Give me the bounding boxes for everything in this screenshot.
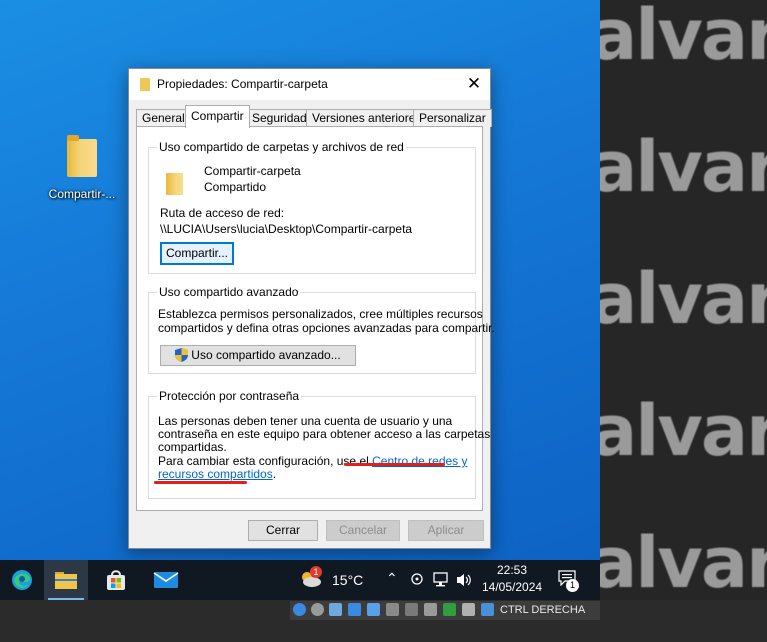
weather-widget[interactable]: 1 15°C bbox=[296, 566, 366, 594]
password-change-line: recursos compartidos. bbox=[158, 467, 276, 481]
tab-compartir[interactable]: Compartir bbox=[185, 105, 250, 128]
network-path-value: \\LUCIA\Users\lucia\Desktop\Compartir-ca… bbox=[160, 222, 413, 236]
apply-button[interactable]: Aplicar bbox=[408, 520, 484, 541]
advanced-sharing-button-label: Uso compartido avanzado... bbox=[191, 348, 341, 362]
temperature: 15°C bbox=[332, 572, 364, 588]
password-description: compartidas. bbox=[158, 440, 227, 454]
store-taskbar-button[interactable] bbox=[94, 560, 138, 600]
notification-count-badge: 1 bbox=[566, 579, 579, 592]
usb-icon[interactable] bbox=[367, 603, 380, 616]
password-description: contraseña en este equipo para obtener a… bbox=[158, 427, 491, 441]
uac-shield-icon bbox=[175, 348, 189, 362]
tab-panel-compartir: Uso compartido de carpetas y archivos de… bbox=[136, 126, 495, 511]
advanced-sharing-button[interactable]: Uso compartido avanzado... bbox=[160, 345, 356, 366]
cancel-button[interactable]: Cancelar bbox=[326, 520, 400, 541]
dialog-titlebar[interactable]: Propiedades: Compartir-carpeta ✕ bbox=[129, 69, 490, 100]
notification-center-button[interactable]: 1 bbox=[556, 568, 580, 592]
advanced-sharing-group: Uso compartido avanzado Establezca permi… bbox=[148, 285, 495, 374]
group-title: Uso compartido de carpetas y archivos de… bbox=[157, 140, 406, 154]
desktop-folder-shortcut[interactable]: Compartir-... bbox=[40, 135, 124, 201]
desktop-icon-label: Compartir-... bbox=[48, 187, 116, 201]
close-icon[interactable]: ✕ bbox=[458, 69, 490, 100]
edge-taskbar-button[interactable] bbox=[0, 560, 44, 600]
background-text: alvare bbox=[600, 0, 767, 76]
mouse-integration-icon[interactable] bbox=[462, 603, 475, 616]
tab-personalizar[interactable]: Personalizar bbox=[413, 109, 492, 127]
store-icon bbox=[107, 570, 125, 590]
close-button[interactable]: Cerrar bbox=[248, 520, 318, 541]
dialog-title: Propiedades: Compartir-carpeta bbox=[157, 77, 328, 91]
background-text: alvare bbox=[600, 522, 767, 600]
folder-icon bbox=[166, 173, 183, 195]
clock-date[interactable]: 14/05/2024 bbox=[482, 580, 542, 594]
file-explorer-taskbar-button[interactable] bbox=[44, 560, 88, 600]
background-text-panel: alvare alvare alvare alvare alvare bbox=[600, 0, 767, 600]
display-icon[interactable] bbox=[405, 603, 418, 616]
virtualization-icon[interactable] bbox=[443, 603, 456, 616]
tab-versiones-anteriores[interactable]: Versiones anteriores bbox=[306, 109, 428, 127]
background-text: alvare bbox=[600, 258, 767, 340]
chevron-up-icon[interactable]: ⌃ bbox=[386, 570, 398, 587]
tab-seguridad[interactable]: Seguridad bbox=[246, 109, 313, 127]
password-description: Las personas deben tener una cuenta de u… bbox=[158, 414, 453, 428]
volume-icon[interactable] bbox=[455, 572, 473, 588]
mail-icon bbox=[153, 572, 179, 588]
network-icon[interactable] bbox=[432, 572, 450, 588]
tab-strip: General Compartir Seguridad Versiones an… bbox=[136, 105, 492, 128]
red-annotation-underline bbox=[154, 481, 247, 484]
hard-disk-icon[interactable] bbox=[293, 603, 306, 616]
optical-drive-icon[interactable] bbox=[311, 603, 324, 616]
mail-taskbar-button[interactable] bbox=[144, 560, 188, 600]
background-text: alvare bbox=[600, 126, 767, 208]
group-title: Uso compartido avanzado bbox=[157, 285, 301, 299]
clock-time[interactable]: 22:53 bbox=[497, 563, 527, 577]
weather-alert-badge: 1 bbox=[310, 566, 322, 578]
keyboard-icon[interactable] bbox=[481, 603, 494, 616]
share-button[interactable]: Compartir... bbox=[160, 242, 234, 265]
folder-status: Compartido bbox=[204, 180, 267, 194]
file-explorer-icon bbox=[55, 572, 77, 589]
advanced-description: compartidos y defina otras opciones avan… bbox=[158, 321, 495, 335]
network-sharing-group: Uso compartido de carpetas y archivos de… bbox=[148, 140, 476, 274]
folder-name: Compartir-carpeta bbox=[204, 164, 301, 178]
advanced-description: Establezca permisos personalizados, cree… bbox=[158, 307, 483, 321]
group-title: Protección por contraseña bbox=[157, 389, 302, 403]
folder-icon bbox=[67, 135, 97, 177]
network-adapter-icon[interactable] bbox=[348, 603, 361, 616]
location-icon[interactable] bbox=[410, 572, 424, 588]
network-center-link[interactable]: recursos compartidos bbox=[158, 467, 273, 481]
audio-icon[interactable] bbox=[329, 603, 342, 616]
host-key-label: CTRL DERECHA bbox=[500, 604, 586, 616]
tab-general[interactable]: General bbox=[136, 109, 191, 127]
red-annotation-underline bbox=[344, 463, 445, 466]
taskbar: 1 15°C ⌃ 22:53 14/05/2024 1 bbox=[0, 560, 600, 600]
edge-icon bbox=[12, 570, 32, 590]
period: . bbox=[272, 467, 277, 481]
recording-icon[interactable] bbox=[424, 603, 437, 616]
password-change-text: Para cambiar esta configuración, use el bbox=[158, 454, 373, 468]
background-text: alvare bbox=[600, 390, 767, 472]
network-path-label: Ruta de acceso de red: bbox=[160, 206, 285, 220]
shared-folders-icon[interactable] bbox=[386, 603, 399, 616]
folder-icon bbox=[140, 78, 150, 91]
properties-dialog: Propiedades: Compartir-carpeta ✕ General… bbox=[128, 68, 495, 549]
